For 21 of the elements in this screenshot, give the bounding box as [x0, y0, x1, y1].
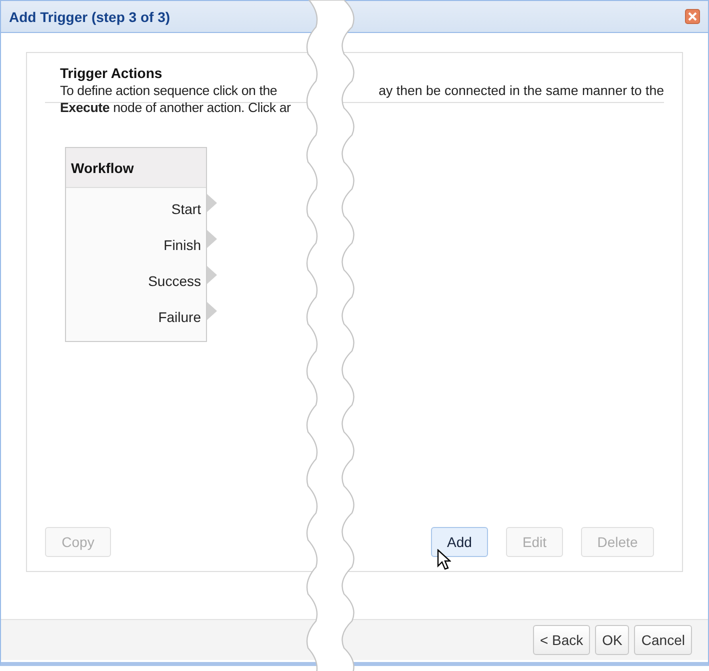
- node-title: Workflow: [71, 160, 134, 176]
- port-arrow-icon[interactable]: [207, 194, 217, 212]
- port-arrow-icon[interactable]: [207, 230, 217, 248]
- port-label: Start: [171, 201, 201, 217]
- port-arrow-icon[interactable]: [207, 302, 217, 320]
- dialog-button[interactable]: Cancel: [634, 625, 692, 655]
- instruction-text: Execute node of another action. Click ar: [60, 99, 291, 116]
- instruction-text: ay then be connected in the same manner to the: [378, 82, 664, 99]
- action-button[interactable]: Add: [431, 527, 488, 557]
- section-heading: Trigger Actions: [60, 65, 164, 82]
- workflow-node[interactable]: Workflow Start Finish Success Failure: [65, 147, 207, 342]
- close-icon[interactable]: [685, 9, 700, 24]
- instruction-text: To define action sequence click on the: [60, 82, 278, 99]
- dialog-button[interactable]: OK: [595, 625, 630, 655]
- port-label: Finish: [164, 237, 201, 253]
- mouse-cursor-icon: [437, 549, 451, 571]
- port-label: Failure: [158, 309, 201, 325]
- port-label: Success: [148, 273, 201, 289]
- window-title: Add Trigger (step 3 of 3): [9, 8, 170, 24]
- port-arrow-icon[interactable]: [207, 266, 217, 284]
- dialog-button[interactable]: < Back: [532, 625, 590, 655]
